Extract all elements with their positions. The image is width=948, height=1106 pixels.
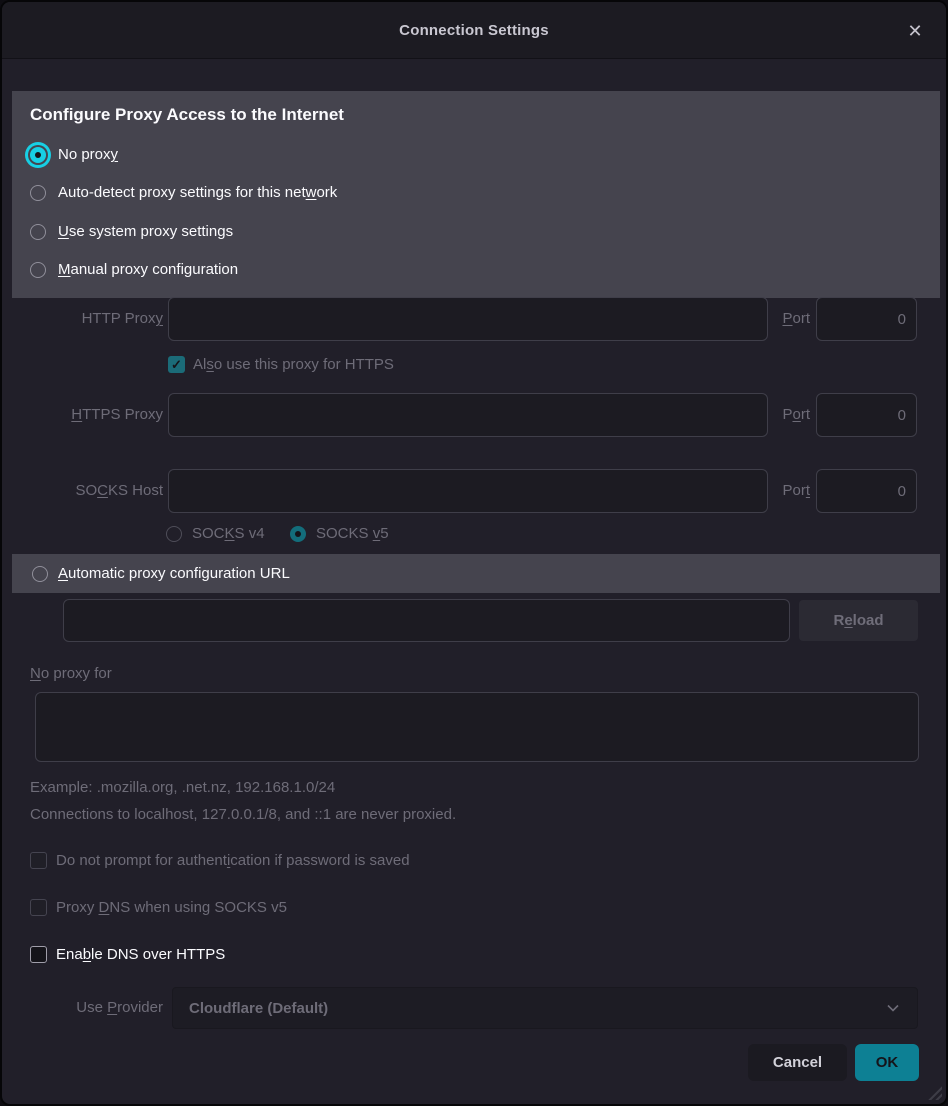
- ok-button[interactable]: OK: [855, 1044, 919, 1081]
- radio-label-manual: Manual proxy configuration: [58, 261, 238, 278]
- enable-doh-label: Enable DNS over HTTPS: [56, 946, 225, 963]
- auto-proxy-label: Automatic proxy configuration URL: [58, 565, 290, 582]
- radio-row-no-proxy[interactable]: No proxy: [30, 146, 118, 163]
- checked-checkbox-icon: ✓: [168, 356, 185, 373]
- radio-label-no-proxy: No proxy: [58, 146, 118, 163]
- also-https-label: Also use this proxy for HTTPS: [193, 356, 394, 373]
- proxy-mode-section: Configure Proxy Access to the Internet N…: [12, 91, 940, 298]
- radio-selected-icon: [290, 526, 306, 542]
- http-proxy-label: HTTP Proxy: [2, 297, 163, 341]
- socks-v5-radio-row: SOCKS v5: [290, 525, 389, 542]
- chevron-down-icon: [885, 1000, 901, 1016]
- socks-port-label: Port: [777, 469, 810, 513]
- radio-selected-icon: [30, 147, 46, 163]
- https-port-label: Port: [777, 393, 810, 437]
- auto-proxy-url-input: [63, 599, 790, 642]
- radio-unselected-icon: [166, 526, 182, 542]
- unchecked-checkbox-icon: [30, 946, 47, 963]
- connection-settings-dialog: Connection Settings ✕ Configure Proxy Ac…: [0, 0, 948, 1106]
- socks-host-input: [168, 469, 768, 513]
- resize-grip-icon[interactable]: [926, 1084, 942, 1100]
- reload-button: Reload: [799, 600, 918, 641]
- provider-dropdown: Cloudflare (Default): [172, 987, 918, 1029]
- enable-doh-checkbox-row[interactable]: Enable DNS over HTTPS: [30, 946, 225, 963]
- also-https-checkbox-row: ✓ Also use this proxy for HTTPS: [168, 356, 394, 373]
- radio-label-use-system: Use system proxy settings: [58, 223, 233, 240]
- provider-selected-value: Cloudflare (Default): [189, 1000, 328, 1017]
- unchecked-checkbox-icon: [30, 899, 47, 916]
- never-proxied-note: Connections to localhost, 127.0.0.1/8, a…: [30, 806, 456, 823]
- close-button[interactable]: ✕: [900, 16, 930, 46]
- radio-row-use-system[interactable]: Use system proxy settings: [30, 223, 233, 240]
- http-port-label: Port: [777, 297, 810, 341]
- section-heading: Configure Proxy Access to the Internet: [30, 105, 344, 125]
- no-proxy-example-text: Example: .mozilla.org, .net.nz, 192.168.…: [30, 779, 335, 796]
- socks-v5-label: SOCKS v5: [316, 525, 389, 542]
- socks-v4-label: SOCKS v4: [192, 525, 265, 542]
- radio-row-auto-detect[interactable]: Auto-detect proxy settings for this netw…: [30, 184, 337, 201]
- http-proxy-input: [168, 297, 768, 341]
- proxy-dns-checkbox-row: Proxy DNS when using SOCKS v5: [30, 899, 287, 916]
- no-proxy-for-label: No proxy for: [30, 665, 112, 682]
- radio-unselected-icon: [30, 185, 46, 201]
- check-icon: ✓: [171, 357, 182, 373]
- close-icon: ✕: [907, 21, 922, 42]
- radio-unselected-icon: [30, 262, 46, 278]
- proxy-dns-label: Proxy DNS when using SOCKS v5: [56, 899, 287, 916]
- https-proxy-label: HTTPS Proxy: [2, 393, 163, 437]
- unchecked-checkbox-icon: [30, 852, 47, 869]
- radio-unselected-icon: [30, 224, 46, 240]
- socks-host-label: SOCKS Host: [2, 469, 163, 513]
- no-proxy-for-textarea: [35, 692, 919, 762]
- https-port-input: [816, 393, 917, 437]
- no-auth-prompt-label: Do not prompt for authentication if pass…: [56, 852, 410, 869]
- auto-proxy-radio-row[interactable]: Automatic proxy configuration URL: [12, 554, 940, 593]
- socks-port-input: [816, 469, 917, 513]
- radio-row-manual[interactable]: Manual proxy configuration: [30, 261, 238, 278]
- dialog-titlebar: Connection Settings ✕: [2, 2, 946, 59]
- https-proxy-input: [168, 393, 768, 437]
- cancel-button[interactable]: Cancel: [748, 1044, 847, 1081]
- dialog-title: Connection Settings: [399, 22, 549, 39]
- no-auth-prompt-checkbox-row: Do not prompt for authentication if pass…: [30, 852, 410, 869]
- radio-label-auto-detect: Auto-detect proxy settings for this netw…: [58, 184, 337, 201]
- radio-unselected-icon: [32, 566, 48, 582]
- use-provider-label: Use Provider: [2, 987, 163, 1029]
- socks-v4-radio-row: SOCKS v4: [166, 525, 265, 542]
- http-port-input: [816, 297, 917, 341]
